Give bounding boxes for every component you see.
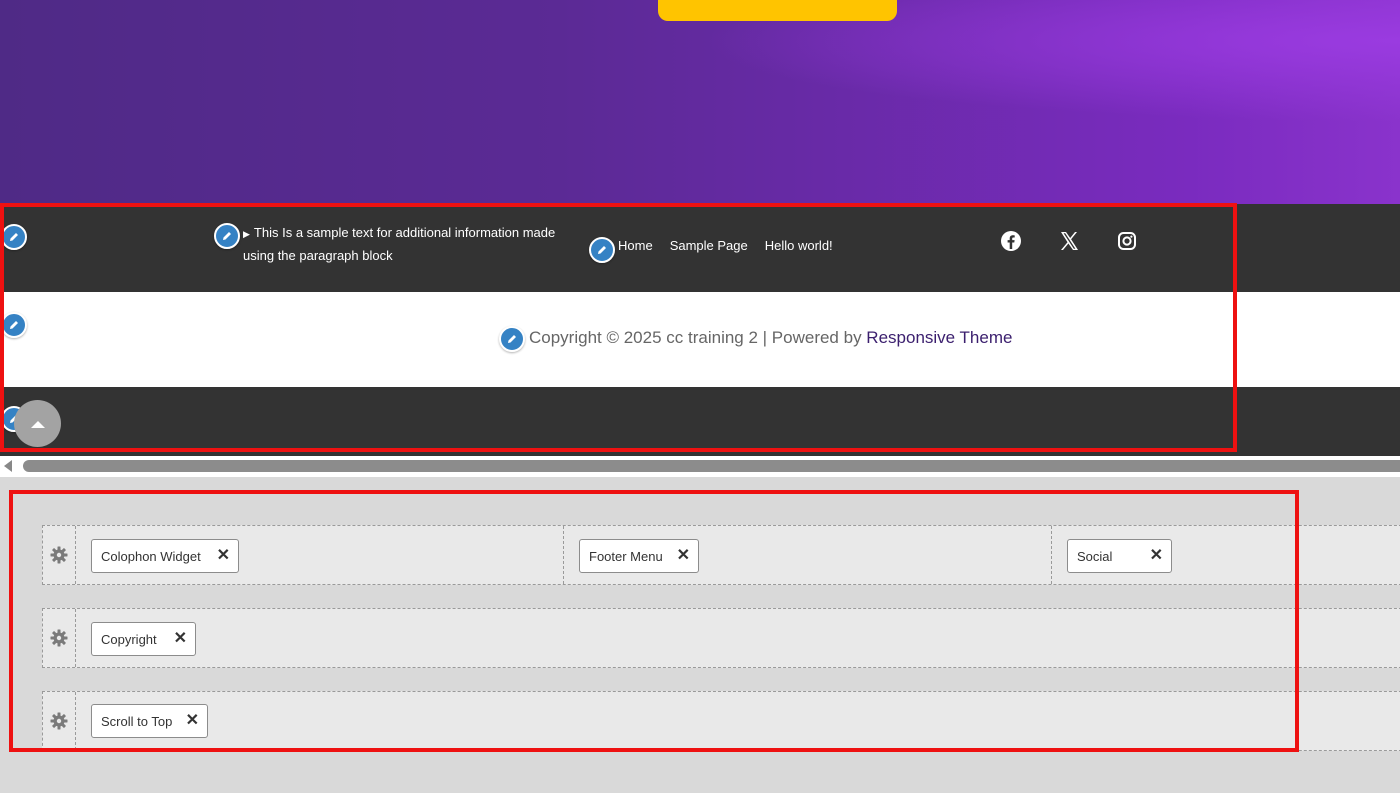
- widget-chip[interactable]: Copyright ✕: [91, 622, 196, 656]
- footer-paragraph-text: This Is a sample text for additional inf…: [243, 225, 556, 263]
- widget-chip-label: Colophon Widget: [101, 548, 201, 564]
- edit-pencil-icon[interactable]: [1, 224, 27, 250]
- footer-menu-item-hello-world[interactable]: Hello world!: [765, 236, 833, 256]
- triangle-right-icon: ▶: [243, 229, 250, 239]
- widget-chip[interactable]: Colophon Widget ✕: [91, 539, 239, 573]
- copyright-text: Copyright © 2025 cc training 2 | Powered…: [529, 326, 1012, 350]
- footer-bottom-row: [0, 387, 1400, 456]
- remove-icon[interactable]: ✕: [217, 548, 230, 564]
- x-twitter-icon[interactable]: [1058, 230, 1080, 252]
- widget-chip-label: Social: [1077, 548, 1113, 564]
- builder-row: Copyright ✕: [42, 608, 1400, 668]
- builder-row: Scroll to Top ✕: [42, 691, 1400, 751]
- row-settings[interactable]: [43, 692, 76, 750]
- row-settings[interactable]: [43, 526, 76, 584]
- footer-paragraph: ▶ This Is a sample text for additional in…: [243, 222, 573, 267]
- instagram-icon[interactable]: [1116, 230, 1138, 252]
- scroll-to-top-button[interactable]: [14, 400, 61, 447]
- remove-icon[interactable]: ✕: [1150, 548, 1163, 564]
- widget-chip-label: Copyright: [101, 631, 157, 647]
- gear-icon: [50, 546, 68, 564]
- builder-row: Colophon Widget ✕ Footer Menu ✕ Social ✕: [42, 525, 1400, 585]
- edit-pencil-icon[interactable]: [499, 326, 525, 352]
- remove-icon[interactable]: ✕: [677, 548, 690, 564]
- gear-icon: [50, 712, 68, 730]
- hero-cta-button[interactable]: [658, 0, 897, 21]
- column-divider: [563, 526, 564, 584]
- footer-menu: Home Sample Page Hello world!: [618, 236, 833, 256]
- remove-icon[interactable]: ✕: [186, 713, 199, 729]
- row-settings[interactable]: [43, 609, 76, 667]
- caret-up-icon: [30, 420, 45, 428]
- column-divider: [1051, 526, 1052, 584]
- footer-menu-item-sample-page[interactable]: Sample Page: [670, 236, 748, 256]
- edit-pencil-icon[interactable]: [214, 223, 240, 249]
- footer-menu-item-home[interactable]: Home: [618, 236, 653, 256]
- gear-icon: [50, 629, 68, 647]
- hero-section: [0, 0, 1400, 204]
- widget-chip-label: Scroll to Top: [101, 713, 173, 729]
- scrollbar-thumb[interactable]: [23, 460, 1400, 472]
- widget-chip[interactable]: Footer Menu ✕: [579, 539, 699, 573]
- copyright-prefix: Copyright © 2025 cc training 2 | Powered…: [529, 328, 867, 347]
- widget-chip-label: Footer Menu: [589, 548, 663, 564]
- edit-pencil-icon[interactable]: [1, 312, 27, 338]
- responsive-theme-link[interactable]: Responsive Theme: [866, 328, 1012, 347]
- widget-chip[interactable]: Scroll to Top ✕: [91, 704, 208, 738]
- widget-chip[interactable]: Social ✕: [1067, 539, 1172, 573]
- horizontal-scrollbar[interactable]: [0, 456, 1400, 477]
- facebook-icon[interactable]: [1000, 230, 1022, 252]
- scroll-left-icon[interactable]: [4, 460, 12, 472]
- remove-icon[interactable]: ✕: [174, 631, 187, 647]
- edit-pencil-icon[interactable]: [589, 237, 615, 263]
